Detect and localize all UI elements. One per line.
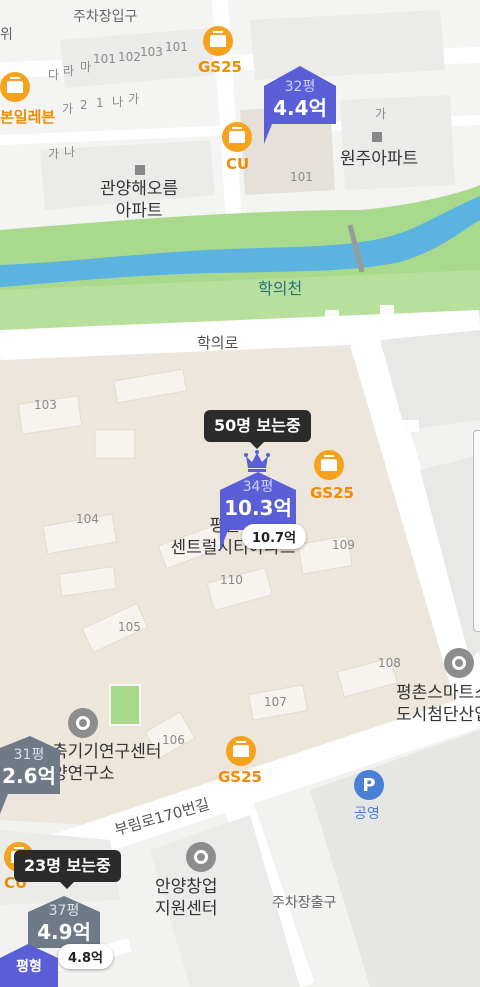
poi-icon[interactable]: [186, 842, 216, 872]
crosswalk: [325, 310, 339, 338]
price-marker[interactable]: 31평 2.6억: [0, 736, 60, 814]
label-cu-top[interactable]: CU: [226, 155, 249, 173]
block-number: 101: [290, 170, 313, 184]
block-number: 107: [264, 695, 287, 709]
small-label: 가: [375, 107, 387, 121]
label-gs25-top[interactable]: GS25: [198, 58, 242, 76]
crosswalk: [380, 305, 394, 329]
label-river-hakui: 학의천: [258, 279, 303, 298]
block-number: 101: [165, 40, 188, 54]
label-wi: 위: [0, 27, 13, 43]
map-side-handle[interactable]: [473, 430, 480, 632]
small-label: 가: [62, 102, 74, 116]
label-gs25-mid[interactable]: GS25: [310, 484, 354, 502]
convenience-store-icon[interactable]: [222, 122, 252, 152]
store-icon: [210, 31, 226, 47]
price-chip[interactable]: 4.8억: [58, 944, 113, 969]
block-number: 105: [118, 620, 141, 634]
price-marker[interactable]: 32평 4.4억: [264, 66, 336, 144]
convenience-store-icon[interactable]: [314, 450, 344, 480]
apt-building: [94, 429, 136, 459]
label-smart-industry[interactable]: 평촌스마트스도시첨단산업: [396, 682, 480, 726]
marker-price: 4.9억: [37, 920, 91, 944]
small-label: 1: [96, 96, 104, 110]
marker-price: 2.6억: [2, 764, 56, 788]
price-marker[interactable]: 평형: [0, 944, 58, 987]
parking-icon[interactable]: P: [354, 770, 384, 800]
small-label: 2: [80, 98, 88, 112]
block-number: 106: [162, 733, 185, 747]
store-icon: [233, 741, 249, 757]
marker-pyeong: 37평: [48, 903, 80, 919]
marker-pyeong: 34평: [242, 479, 274, 495]
viewers-bubble: 50명 보는중: [204, 410, 311, 449]
label-gwanyang-apt[interactable]: 관양해오름 아파트: [100, 178, 178, 222]
marker-pyeong: 31평: [13, 747, 45, 763]
label-public-parking[interactable]: 공영: [354, 803, 380, 823]
small-label: 가: [48, 147, 60, 161]
crown-icon: [244, 450, 270, 472]
small-label: 나: [64, 145, 76, 159]
store-icon: [229, 127, 245, 143]
small-label: 라: [63, 64, 75, 78]
block-number: 102: [118, 50, 141, 64]
marker-pyeong: 평형: [16, 959, 42, 975]
marker-price: 4.4억: [273, 96, 327, 120]
viewers-bubble: 23명 보는중: [14, 850, 121, 889]
block-number: 110: [220, 573, 243, 587]
price-chip[interactable]: 10.7억: [242, 524, 307, 549]
label-road-hakui: 학의로: [197, 334, 239, 352]
marker-pyeong: 32평: [284, 79, 316, 95]
poi-icon[interactable]: [444, 648, 474, 678]
block-number: 109: [332, 538, 355, 552]
small-label: 가: [128, 92, 140, 106]
small-label: 나: [112, 95, 124, 109]
label-research-center[interactable]: 축기기연구센터 양연구소: [52, 741, 161, 785]
sports-field: [109, 684, 141, 726]
label-parking-exit: 주차장출구: [272, 895, 337, 911]
small-label: 다: [48, 68, 60, 82]
store-icon: [7, 77, 23, 93]
apartment-icon: [135, 165, 145, 175]
building-top-4: [340, 95, 455, 190]
block-number: 108: [378, 656, 401, 670]
block-number: 103: [34, 398, 57, 412]
store-icon: [321, 455, 337, 471]
label-seven-eleven[interactable]: 본일레븐: [0, 106, 55, 127]
apartment-icon: [372, 132, 382, 142]
crosswalk: [395, 420, 419, 432]
poi-icon[interactable]: [68, 708, 98, 738]
convenience-store-icon[interactable]: [226, 736, 256, 766]
block-number: 103: [140, 45, 163, 59]
convenience-store-icon[interactable]: [0, 72, 30, 102]
marker-price: 10.3억: [224, 496, 292, 520]
block-number: 104: [76, 512, 99, 526]
small-label: 마: [80, 60, 92, 74]
block-number: 101: [93, 52, 116, 66]
label-parking-entrance: 주차장입구: [73, 9, 138, 25]
label-anyang-startup[interactable]: 안양창업 지원센터: [155, 876, 218, 920]
label-gs25-bottom[interactable]: GS25: [218, 768, 262, 786]
convenience-store-icon[interactable]: [203, 26, 233, 56]
label-wonju-apt[interactable]: 원주아파트: [340, 148, 418, 170]
